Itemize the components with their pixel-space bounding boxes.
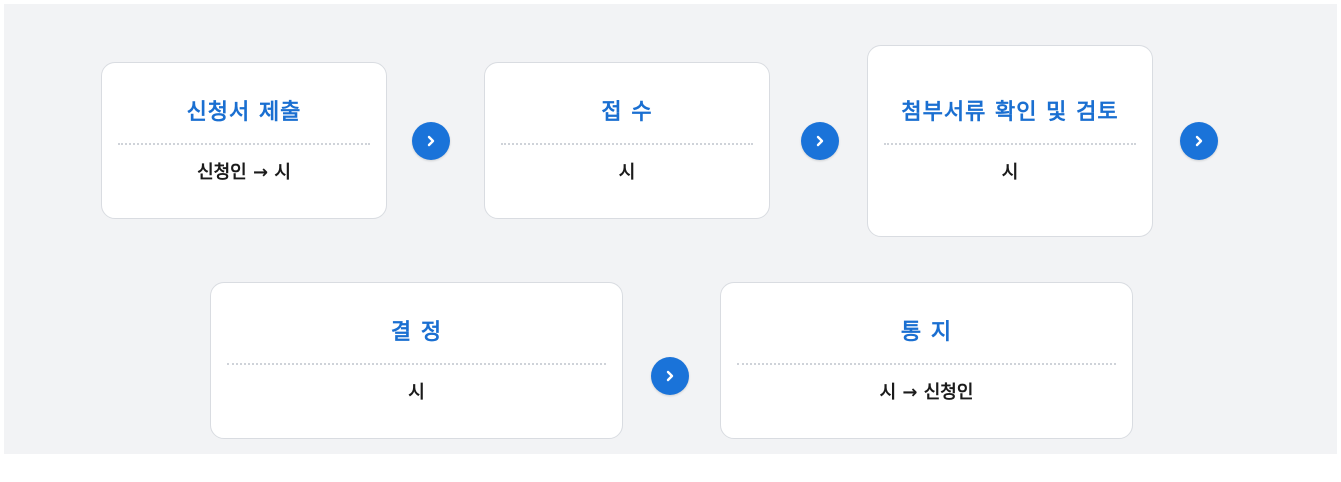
step-card-review: 첨부서류 확인 및 검토 시 (867, 45, 1153, 237)
step-desc: 시 (408, 381, 425, 403)
step-divider (227, 362, 606, 365)
step-card-decision: 결 정 시 (210, 282, 623, 439)
chevron-right-icon (1180, 122, 1218, 160)
step-desc: 시 (618, 161, 636, 183)
step-desc: 시 (1001, 162, 1019, 183)
step-title: 결 정 (390, 319, 443, 345)
step-desc: 시 → 신청인 (879, 381, 974, 403)
process-panel: 신청서 제출 신청인 → 시 접 수 시 첨부서류 확인 및 검토 시 결 정 … (4, 4, 1337, 454)
step-card-notice: 통 지 시 → 신청인 (720, 282, 1133, 439)
chevron-right-icon (412, 122, 450, 160)
step-title: 첨부서류 확인 및 검토 (901, 100, 1119, 125)
step-title: 신청서 제출 (186, 99, 302, 125)
step-divider (118, 142, 370, 145)
step-desc: 신청인 → 시 (197, 161, 291, 183)
step-divider (737, 362, 1116, 365)
step-divider (884, 143, 1136, 145)
step-title: 통 지 (900, 319, 953, 345)
chevron-right-icon (801, 122, 839, 160)
step-title: 접 수 (601, 99, 653, 125)
step-card-submit: 신청서 제출 신청인 → 시 (101, 62, 387, 219)
step-card-receipt: 접 수 시 (484, 62, 770, 219)
chevron-right-icon (651, 357, 689, 395)
step-divider (501, 142, 753, 145)
